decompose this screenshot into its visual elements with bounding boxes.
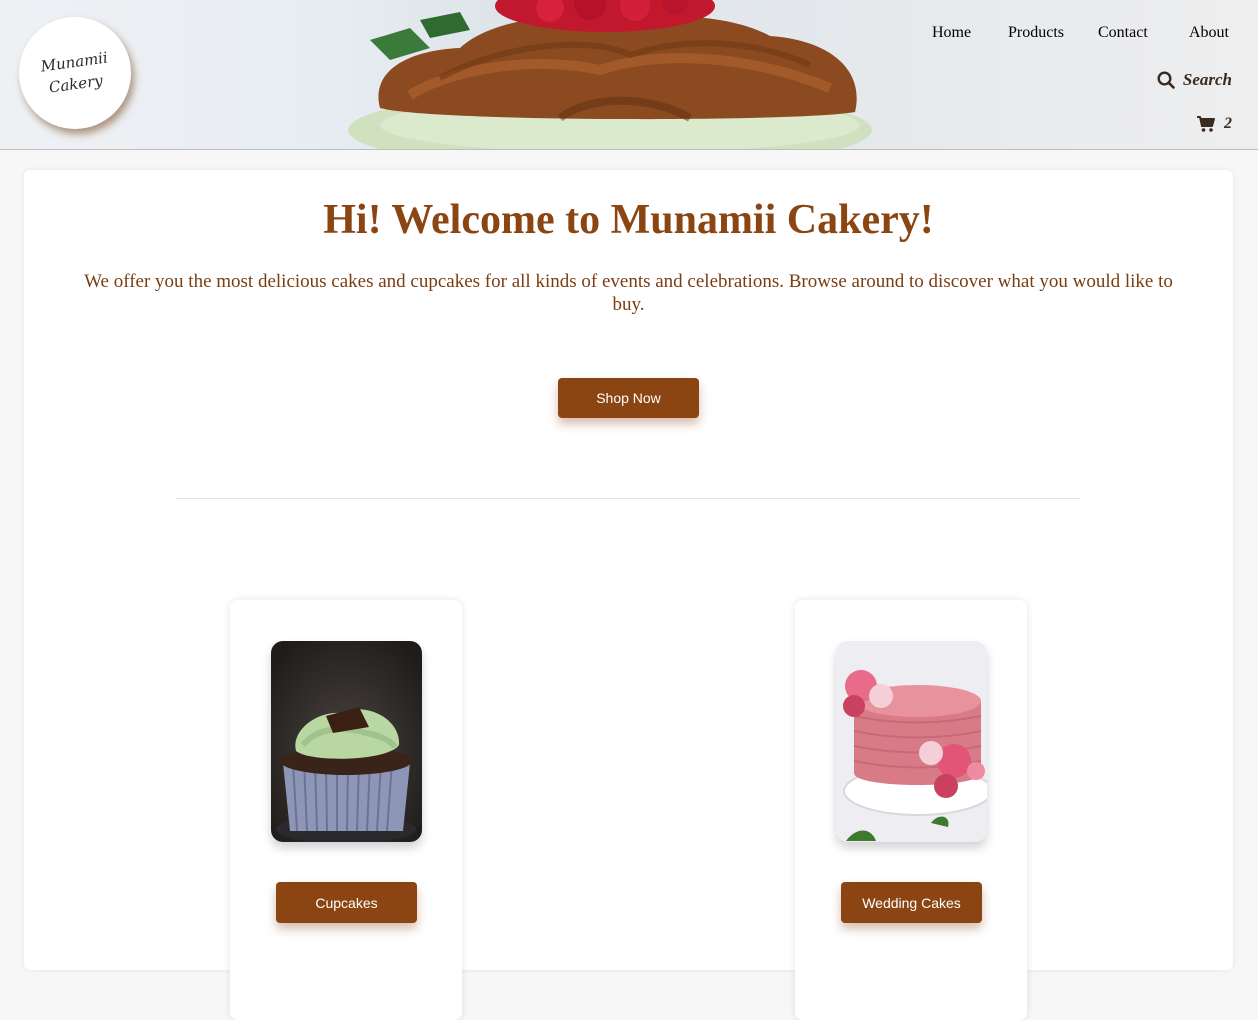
hero-banner-image: [348, 0, 872, 149]
wedding-cakes-button[interactable]: Wedding Cakes: [841, 882, 982, 923]
search-icon: [1157, 71, 1175, 89]
section-divider: [176, 498, 1080, 499]
intro-text: We offer you the most delicious cakes an…: [84, 271, 1173, 315]
cart-count: 2: [1224, 115, 1232, 132]
search-label: Search: [1182, 70, 1232, 89]
site-header: Munamii Cakery Home Products Contact Abo…: [0, 0, 1258, 150]
welcome-card: Hi! Welcome to Munamii Cakery! We offer …: [24, 170, 1233, 1020]
search-button[interactable]: Search: [1157, 70, 1232, 90]
nav-contact[interactable]: Contact: [1098, 24, 1148, 42]
shop-now-button[interactable]: Shop Now: [558, 378, 699, 418]
site-logo[interactable]: Munamii Cakery: [19, 17, 131, 129]
category-card-wedding-cakes: Wedding Cakes: [795, 600, 1027, 1020]
cupcakes-button[interactable]: Cupcakes: [276, 882, 417, 923]
cart-button[interactable]: 2: [1196, 115, 1232, 133]
cupcake-image[interactable]: [271, 641, 422, 842]
category-card-cupcakes: Cupcakes: [230, 600, 462, 1020]
cart-icon: [1197, 116, 1215, 132]
page-title: Hi! Welcome to Munamii Cakery!: [323, 197, 934, 243]
nav-about[interactable]: About: [1189, 24, 1229, 42]
nav-home[interactable]: Home: [932, 24, 971, 42]
nav-products[interactable]: Products: [1008, 24, 1064, 42]
wedding-cake-image[interactable]: [836, 641, 987, 842]
